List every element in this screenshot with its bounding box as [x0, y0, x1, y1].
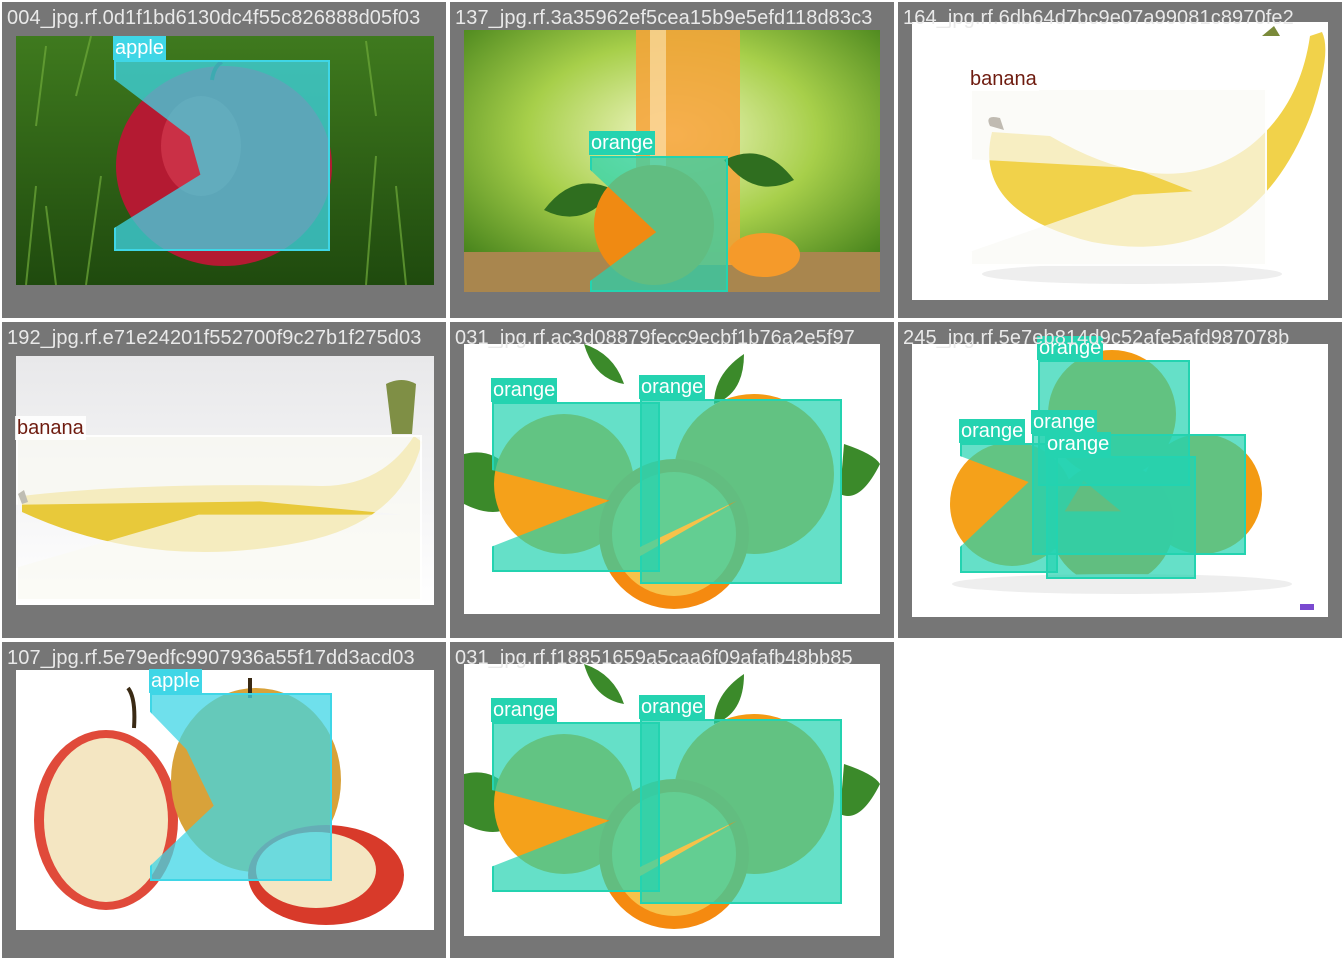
bounding-box[interactable] [640, 399, 842, 584]
tile-title: 164_jpg.rf.6db64d7bc9e07a99081c8970fe2 [903, 7, 1294, 29]
tile-5[interactable]: 031_jpg.rf.ac3d08879fecc9ecbf1b76a2e5f97… [450, 322, 894, 638]
box-label: apple [149, 669, 202, 693]
bounding-box[interactable] [1046, 456, 1196, 579]
tile-7[interactable]: 107_jpg.rf.5e79edfc9907936a55f17dd3acd03… [2, 642, 446, 958]
box-label: orange [491, 698, 558, 722]
box-label: orange [639, 375, 706, 399]
tile-1[interactable]: 004_jpg.rf.0d1f1bd6130dc4f55c826888d05f0… [2, 2, 446, 318]
tile-title: 031_jpg.rf.ac3d08879fecc9ecbf1b76a2e5f97 [455, 327, 855, 349]
image-grid: 004_jpg.rf.0d1f1bd6130dc4f55c826888d05f0… [0, 0, 1344, 960]
bounding-box[interactable] [640, 719, 842, 904]
tile-title: 004_jpg.rf.0d1f1bd6130dc4f55c826888d05f0… [7, 7, 421, 29]
box-label: orange [589, 131, 656, 155]
box-label: orange [1045, 432, 1112, 456]
box-label: orange [639, 695, 706, 719]
tile-6[interactable]: 245_jpg.rf.5e7eb814d9c52afe5afd987078b o… [898, 322, 1342, 638]
box-label: orange [491, 378, 558, 402]
tile-title: 137_jpg.rf.3a35962ef5cea15b9e5efd118d83c… [455, 7, 873, 29]
tile-title: 192_jpg.rf.e71e24201f552700f9c27b1f275d0… [7, 327, 422, 349]
box-label: orange [1031, 410, 1098, 434]
tile-title: 107_jpg.rf.5e79edfc9907936a55f17dd3acd03 [7, 647, 415, 669]
tile-8[interactable]: 031_jpg.rf.f18851659a5caa6f09afafb48bb85… [450, 642, 894, 958]
tile-title: 031_jpg.rf.f18851659a5caa6f09afafb48bb85 [455, 647, 853, 669]
box-label: banana [968, 67, 1039, 91]
box-label: apple [113, 36, 166, 60]
box-label: banana [15, 416, 86, 440]
tile-3[interactable]: 164_jpg.rf.6db64d7bc9e07a99081c8970fe2 b… [898, 2, 1342, 318]
tile-4[interactable]: 192_jpg.rf.e71e24201f552700f9c27b1f275d0… [2, 322, 446, 638]
box-label: orange [959, 419, 1026, 443]
tile-title: 245_jpg.rf.5e7eb814d9c52afe5afd987078b [903, 327, 1290, 349]
tile-2[interactable]: 137_jpg.rf.3a35962ef5cea15b9e5efd118d83c… [450, 2, 894, 318]
